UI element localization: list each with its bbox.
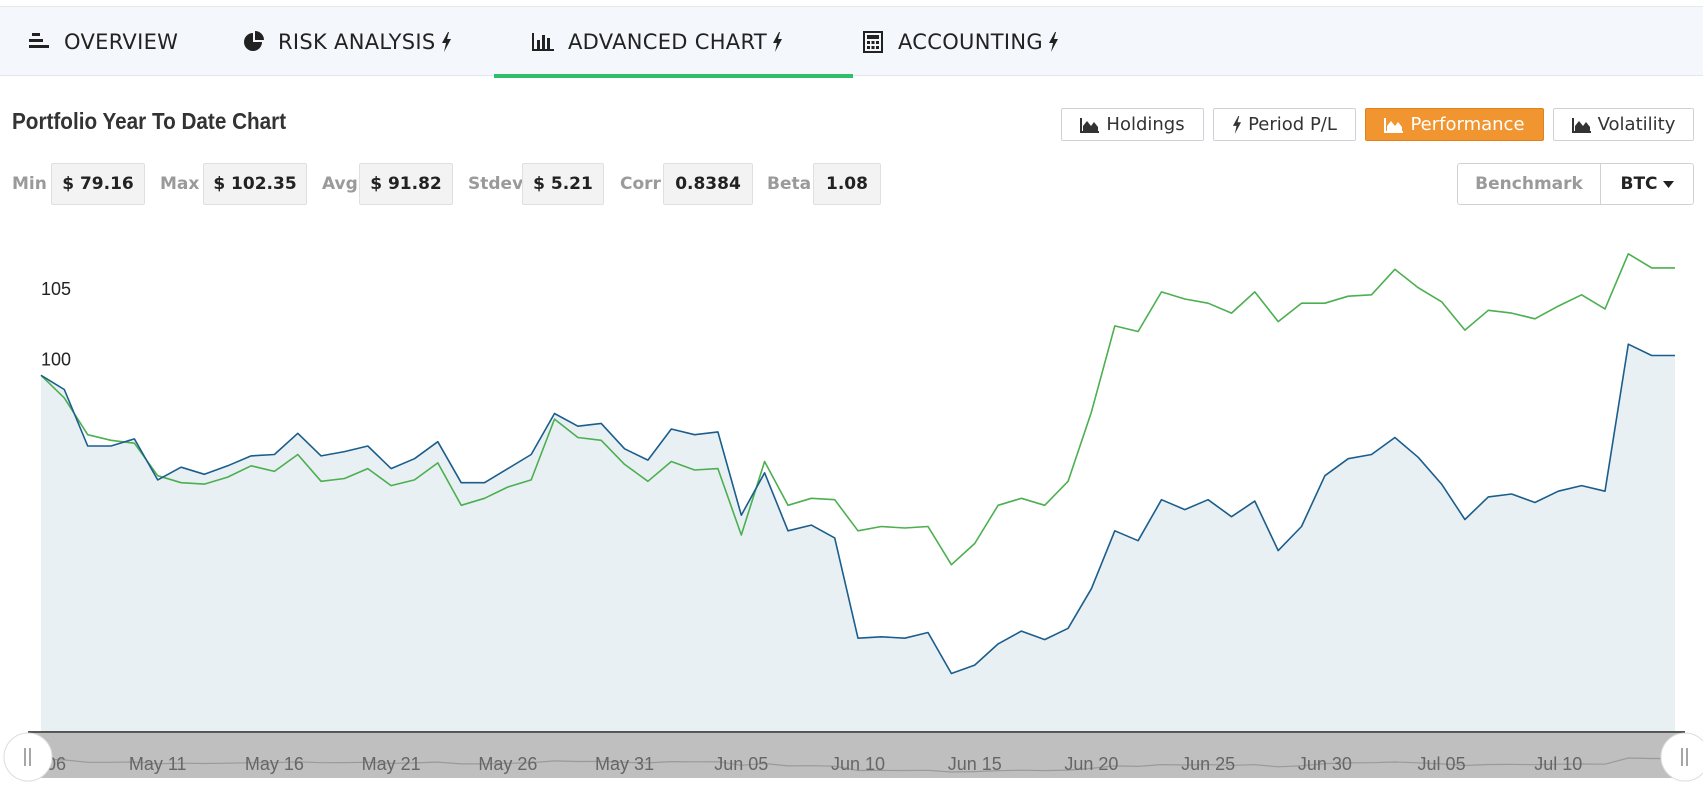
tab-label: OVERVIEW	[64, 30, 179, 54]
beta-value: 1.08	[813, 163, 881, 205]
bolt-icon	[1232, 115, 1242, 134]
y-tick-label: 105	[41, 279, 71, 299]
stdev-value: $ 5.21	[522, 163, 604, 205]
volatility-button[interactable]: Volatility	[1553, 108, 1694, 141]
period-pl-button[interactable]: Period P/L	[1213, 108, 1356, 141]
pie-chart-icon	[240, 29, 266, 55]
avg-label: Avg	[322, 174, 358, 194]
bar-chart-icon	[530, 29, 556, 55]
volatility-label: Volatility	[1597, 114, 1676, 135]
x-tick-label: Jun 10	[831, 754, 885, 774]
x-tick-label: Jun 15	[948, 754, 1002, 774]
tab-advanced-chart[interactable]: ADVANCED CHART	[494, 7, 853, 78]
performance-chart: 7580859095100105 06May 11May 16May 21May…	[3, 253, 1703, 782]
tab-accounting[interactable]: ACCOUNTING	[860, 7, 1059, 77]
x-tick-label: May 11	[129, 754, 187, 774]
portfolio-area	[41, 344, 1675, 732]
benchmark-group: Benchmark BTC	[1457, 163, 1694, 205]
calculator-icon	[860, 29, 886, 55]
period-pl-label: Period P/L	[1248, 114, 1337, 135]
x-tick-label: May 31	[595, 754, 654, 774]
bolt-icon	[441, 32, 452, 52]
max-label: Max	[160, 174, 200, 194]
tab-label: ACCOUNTING	[898, 30, 1043, 54]
x-tick-label: Jun 05	[714, 754, 768, 774]
tab-label: RISK ANALYSIS	[278, 30, 436, 54]
x-tick-label: May 26	[478, 754, 537, 774]
min-label: Min	[12, 174, 47, 194]
chart-title: Portfolio Year To Date Chart	[12, 108, 287, 134]
navigator-handle-right[interactable]	[1660, 732, 1703, 782]
tab-bar: OVERVIEW RISK ANALYSIS ADVANCED CHART AC…	[0, 6, 1703, 78]
avg-value: $ 91.82	[359, 163, 453, 205]
layers-icon	[26, 29, 52, 55]
x-tick-label: May 21	[362, 754, 421, 774]
navigator-handle-left[interactable]	[3, 732, 53, 782]
corr-label: Corr	[620, 174, 661, 194]
bolt-icon	[1048, 32, 1059, 52]
benchmark-value: BTC	[1620, 174, 1658, 194]
max-value: $ 102.35	[203, 163, 307, 205]
tab-risk-analysis[interactable]: RISK ANALYSIS	[240, 7, 452, 77]
x-tick-label: Jul 05	[1418, 754, 1466, 774]
performance-label: Performance	[1410, 114, 1525, 135]
area-chart-icon	[1384, 117, 1404, 133]
x-tick-label: Jun 20	[1064, 754, 1118, 774]
x-tick-label: Jun 30	[1298, 754, 1352, 774]
x-tick-label: May 16	[245, 754, 304, 774]
caret-down-icon	[1662, 180, 1674, 188]
x-tick-label: Jul 10	[1534, 754, 1582, 774]
tab-label: ADVANCED CHART	[568, 30, 767, 54]
area-chart-icon	[1080, 117, 1100, 133]
y-tick-label: 100	[41, 350, 71, 370]
area-chart-icon	[1571, 117, 1592, 133]
tab-overview[interactable]: OVERVIEW	[26, 7, 178, 77]
stdev-label: Stdev	[468, 174, 524, 194]
performance-button[interactable]: Performance	[1365, 108, 1544, 141]
min-value: $ 79.16	[51, 163, 145, 205]
holdings-label: Holdings	[1106, 114, 1185, 135]
corr-value: 0.8384	[663, 163, 753, 205]
holdings-button[interactable]: Holdings	[1061, 108, 1204, 141]
x-tick-label: Jun 25	[1181, 754, 1235, 774]
benchmark-label: Benchmark	[1458, 164, 1601, 204]
beta-label: Beta	[767, 174, 812, 194]
benchmark-select[interactable]: BTC	[1601, 164, 1693, 204]
bolt-icon	[772, 32, 783, 52]
